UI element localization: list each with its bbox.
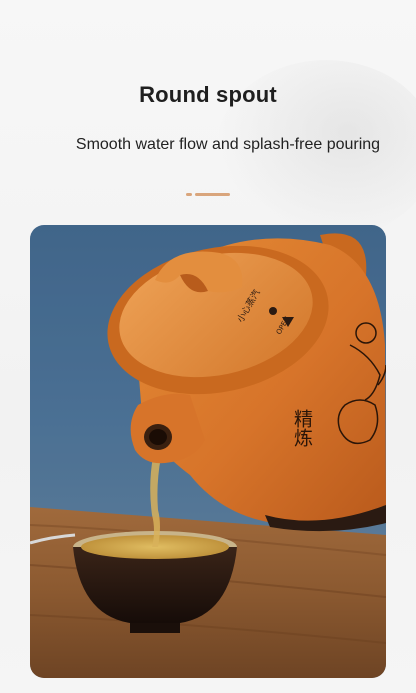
teapot-pouring-illustration: 小心蒸汽 OPEN 精炼: [30, 225, 386, 678]
title-divider: [186, 193, 230, 196]
product-detail-page: Round spout Smooth water flow and splash…: [0, 0, 416, 693]
product-photo: 小心蒸汽 OPEN 精炼: [30, 225, 386, 678]
page-subtitle: Smooth water flow and splash-free pourin…: [75, 136, 381, 153]
page-title: Round spout: [139, 82, 277, 107]
pot-calligraphy: 精炼: [291, 409, 313, 447]
